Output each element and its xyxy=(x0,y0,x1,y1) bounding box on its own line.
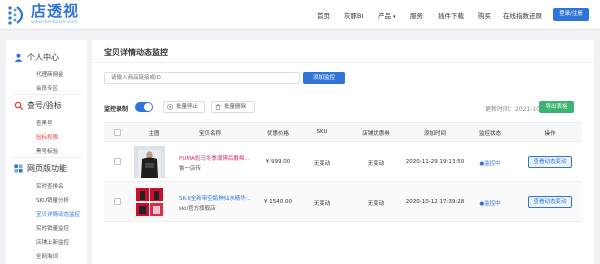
sidebar-section-personal-center[interactable]: 个人中心 xyxy=(14,52,59,63)
monitor-recording-toggle[interactable] xyxy=(135,102,153,112)
add-time-value: 2020-11-29 19:13:50 xyxy=(405,159,465,165)
sku-value: 无变动 xyxy=(313,161,331,167)
column-header-coupon: 店铺优惠券 xyxy=(362,131,390,137)
sidebar-item-keyword-search[interactable]: 全网淘词 xyxy=(36,252,58,260)
column-header-action: 操作 xyxy=(544,131,556,137)
batch-delete-button[interactable]: 批量删除 xyxy=(211,101,255,113)
view-changes-button[interactable]: 查看动态变动 xyxy=(528,156,572,168)
select-all-checkbox[interactable] xyxy=(114,129,121,136)
row-checkbox[interactable] xyxy=(114,158,121,165)
sidebar-section-web-features[interactable]: 网页版功能 xyxy=(14,163,67,174)
page-title: 宝贝详情动态监控 xyxy=(104,48,168,57)
top-navigation-bar: 店透视 www.diantoushi.com 首页 灰豚BI 产品 ▾ 服务 插件… xyxy=(0,0,600,30)
nav-buy[interactable]: 购买 xyxy=(478,10,491,20)
table-row: SK-II全新带空瓶神仙水精华... skii官方旗舰店 ¥ 1540.00 无… xyxy=(104,182,582,222)
shop-name: skii官方旗舰店 xyxy=(179,206,216,212)
sidebar-item-black-account-label[interactable]: 黑号标验 xyxy=(36,147,58,155)
column-header-status: 监控状态 xyxy=(478,131,502,137)
column-header-sku: SKU xyxy=(316,129,328,135)
row-checkbox[interactable] xyxy=(114,198,121,205)
sku-value: 无变动 xyxy=(313,201,331,207)
product-image[interactable] xyxy=(134,146,165,178)
pause-icon xyxy=(167,104,173,110)
sidebar-section-title: 个人中心 xyxy=(27,53,59,62)
view-changes-button[interactable]: 查看动态变动 xyxy=(528,196,572,208)
table-row: PUMA彪马冬季潮博后戴棉... 鲁一店传 ¥ 999.00 无变动 无变动 2… xyxy=(104,142,582,182)
sidebar-divider xyxy=(12,94,82,95)
main-panel: 宝贝详情动态监控 添加监控 监控录制 批量停止 批量删除 更新时间：2021-1… xyxy=(92,40,594,264)
sidebar-section-title: 网页版功能 xyxy=(27,164,67,173)
sidebar-item-sku-sales-analysis[interactable]: SKU销量分析 xyxy=(36,196,69,204)
batch-stop-button[interactable]: 批量停止 xyxy=(163,101,205,113)
login-register-button[interactable]: 登录/注册 xyxy=(553,8,589,21)
batch-delete-label: 批量删除 xyxy=(224,104,247,110)
sidebar-section-title: 查号/验标 xyxy=(27,101,62,110)
product-name-link[interactable]: SK-II全新带空瓶神仙水精华... xyxy=(179,194,251,202)
sidebar-divider xyxy=(12,157,82,158)
nav-huitun-bi[interactable]: 灰豚BI xyxy=(344,10,363,20)
status-badge: ●监控中 xyxy=(479,201,501,207)
search-shield-icon xyxy=(14,101,23,110)
nav-plugin-download[interactable]: 插件下载 xyxy=(438,10,464,20)
batch-stop-label: 批量停止 xyxy=(176,104,199,110)
column-header-price: 优惠价格 xyxy=(266,131,290,137)
price-value: ¥ 1540.00 xyxy=(264,199,292,205)
column-header-add-time: 添加时间 xyxy=(423,131,447,137)
sidebar-item-realtime-sales-monitor[interactable]: 实时销量监控 xyxy=(36,224,69,232)
chevron-down-icon: ▾ xyxy=(393,14,396,20)
monitor-recording-label: 监控录制 xyxy=(104,106,129,113)
sidebar-item-realtime-ranking[interactable]: 实时查排名 xyxy=(36,182,64,190)
shop-name: 鲁一店传 xyxy=(179,166,202,172)
sidebar-item-check-black-account[interactable]: 查黑号 xyxy=(36,119,53,127)
product-image[interactable] xyxy=(134,186,165,218)
product-name-link[interactable]: PUMA彪马冬季潮博后戴棉... xyxy=(179,154,250,162)
sidebar-item-label-permission[interactable]: 验标权限 xyxy=(36,133,58,141)
grid-icon xyxy=(14,164,23,173)
add-time-value: 2020-10-12 17:39:28 xyxy=(405,199,465,205)
sidebar-item-detail-monitor[interactable]: 宝贝详情动态监控 xyxy=(36,210,80,218)
logo-icon xyxy=(8,6,24,25)
nav-index-restore[interactable]: 在线指数还原 xyxy=(503,10,542,20)
nav-services[interactable]: 服务 xyxy=(410,10,423,20)
column-header-image: 主图 xyxy=(148,131,160,137)
coupon-value: 无变动 xyxy=(367,201,385,207)
nav-products[interactable]: 产品 ▾ xyxy=(378,10,396,20)
sidebar-section-account-check[interactable]: 查号/验标 xyxy=(14,100,62,111)
column-header-product-name: 宝贝名称 xyxy=(198,131,222,137)
sidebar-item-new-listing-monitor[interactable]: 店铺上新监控 xyxy=(36,238,69,246)
status-badge: ●监控中 xyxy=(479,161,501,167)
add-monitor-button[interactable]: 添加监控 xyxy=(303,72,345,84)
export-table-button[interactable]: 导出表格 xyxy=(539,101,574,113)
nav-home[interactable]: 首页 xyxy=(317,10,330,20)
trash-icon xyxy=(215,104,221,110)
coupon-value: 无变动 xyxy=(367,161,385,167)
logo[interactable]: 店透视 www.diantoushi.com xyxy=(6,4,79,26)
logo-url: www.diantoushi.com xyxy=(31,20,78,25)
price-value: ¥ 999.00 xyxy=(265,159,291,165)
logo-title: 店透视 xyxy=(31,2,80,20)
sidebar-item-agent-commission[interactable]: 代理商佣金 xyxy=(36,70,64,78)
nav-products-label: 产品 xyxy=(378,12,391,20)
title-divider xyxy=(92,62,594,63)
toggle-knob xyxy=(144,103,152,111)
sidebar: 个人中心 代理商佣金 会员专区 查号/验标 查黑号 验标权限 黑号标验 网页版功… xyxy=(6,40,87,264)
product-url-input[interactable] xyxy=(104,72,300,84)
table-header: 主图 宝贝名称 优惠价格 SKU 店铺优惠券 添加时间 监控状态 操作 xyxy=(104,122,582,142)
sidebar-item-member-zone[interactable]: 会员专区 xyxy=(36,84,58,92)
user-icon xyxy=(14,53,23,62)
